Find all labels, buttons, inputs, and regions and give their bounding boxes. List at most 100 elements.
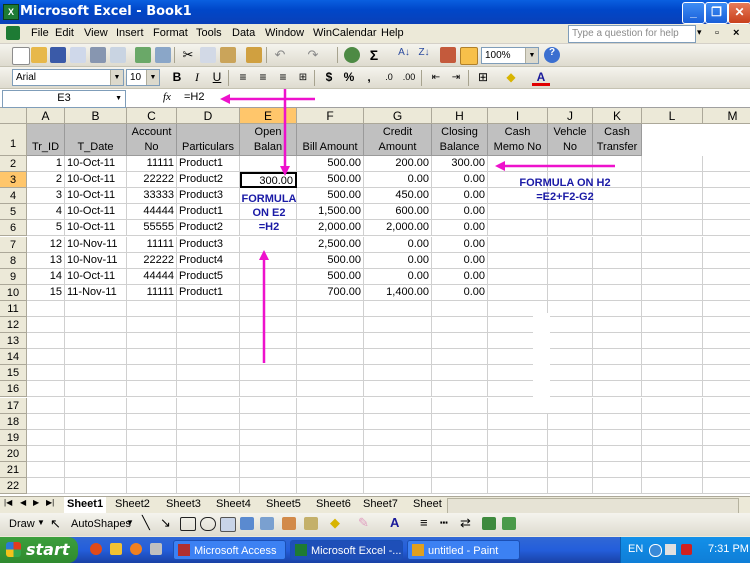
- table-cell[interactable]: [642, 268, 703, 285]
- table-cell[interactable]: [703, 317, 750, 334]
- table-cell[interactable]: [593, 252, 642, 269]
- table-cell[interactable]: [642, 172, 703, 189]
- table-cell[interactable]: [642, 333, 703, 350]
- row-header-10[interactable]: 10: [0, 284, 27, 301]
- table-cell[interactable]: [593, 445, 642, 462]
- paste-icon[interactable]: [220, 47, 236, 63]
- row-header-22[interactable]: 22: [0, 478, 27, 495]
- table-cell[interactable]: [27, 300, 65, 317]
- clip-art-icon[interactable]: [282, 517, 296, 530]
- increase-decimal-icon[interactable]: .0: [380, 69, 398, 86]
- currency-icon[interactable]: $: [320, 69, 338, 86]
- column-header-k[interactable]: K: [593, 108, 642, 124]
- table-cell[interactable]: 700.00: [297, 284, 364, 301]
- table-cell[interactable]: [127, 429, 177, 446]
- table-cell[interactable]: [703, 462, 750, 478]
- arrow-icon[interactable]: ↘: [160, 515, 171, 531]
- arrow-style-icon[interactable]: ⇄: [460, 515, 471, 531]
- table-cell[interactable]: [642, 365, 703, 382]
- restore-icon[interactable]: ▫: [715, 27, 719, 39]
- diagram-icon[interactable]: [260, 517, 274, 530]
- table-cell[interactable]: [364, 397, 432, 414]
- menu-edit[interactable]: Edit: [55, 27, 74, 39]
- name-box[interactable]: E3 ▼: [2, 90, 126, 108]
- table-cell[interactable]: [65, 478, 127, 495]
- table-cell[interactable]: [703, 172, 750, 189]
- row-header-2[interactable]: 2: [0, 156, 27, 173]
- table-cell[interactable]: 0.00: [364, 172, 432, 189]
- 3d-style-icon[interactable]: [502, 517, 516, 530]
- table-cell[interactable]: [240, 156, 297, 173]
- table-cell[interactable]: [177, 397, 240, 414]
- table-cell[interactable]: [65, 461, 127, 478]
- header-cell-e[interactable]: Open Balan: [240, 124, 297, 156]
- menu-help[interactable]: Help: [381, 27, 404, 39]
- table-cell[interactable]: [703, 156, 750, 173]
- row-header-17[interactable]: 17: [0, 397, 27, 414]
- hyperlink-icon[interactable]: [344, 47, 360, 63]
- table-cell[interactable]: [548, 268, 593, 285]
- sheet-tab-sheet6[interactable]: Sheet6: [313, 497, 354, 513]
- table-cell[interactable]: [240, 397, 297, 414]
- table-cell[interactable]: [240, 365, 297, 382]
- tray-app-icon[interactable]: [665, 544, 676, 555]
- table-cell[interactable]: Product1: [177, 284, 240, 301]
- next-sheet-icon[interactable]: ▶: [33, 498, 39, 507]
- table-cell[interactable]: [488, 478, 548, 495]
- table-cell[interactable]: [488, 413, 548, 430]
- table-cell[interactable]: [240, 268, 297, 285]
- table-cell[interactable]: [177, 381, 240, 398]
- column-header-b[interactable]: B: [65, 108, 127, 124]
- task-paint[interactable]: untitled - Paint: [407, 540, 520, 560]
- dropdown-arrow-icon[interactable]: ▾: [697, 27, 702, 38]
- table-cell[interactable]: [432, 365, 488, 382]
- table-cell[interactable]: [364, 461, 432, 478]
- align-left-icon[interactable]: ≡: [234, 69, 252, 86]
- row-header-15[interactable]: 15: [0, 365, 27, 382]
- table-cell[interactable]: [364, 478, 432, 495]
- sheet-tab-sheet7[interactable]: Sheet7: [360, 497, 401, 513]
- table-cell[interactable]: 0.00: [432, 268, 488, 285]
- table-cell[interactable]: [548, 365, 593, 382]
- row-header-13[interactable]: 13: [0, 333, 27, 350]
- table-cell[interactable]: 2,000.00: [364, 220, 432, 237]
- network-icon[interactable]: [649, 544, 662, 557]
- fill-color-icon[interactable]: ◆: [502, 69, 520, 86]
- table-cell[interactable]: [548, 445, 593, 462]
- table-cell[interactable]: [364, 445, 432, 462]
- fx-icon[interactable]: fx: [163, 91, 171, 103]
- table-cell[interactable]: 10-Oct-11: [65, 204, 127, 221]
- table-cell[interactable]: [364, 413, 432, 430]
- table-cell[interactable]: [548, 333, 593, 350]
- table-cell[interactable]: [127, 413, 177, 430]
- table-cell[interactable]: [432, 429, 488, 446]
- quicklaunch-firefox-icon[interactable]: [130, 543, 142, 555]
- table-cell[interactable]: 2,000.00: [297, 220, 364, 237]
- table-cell[interactable]: [127, 365, 177, 382]
- column-header-a[interactable]: A: [27, 108, 65, 124]
- row-header-20[interactable]: 20: [0, 445, 27, 462]
- table-cell[interactable]: 500.00: [297, 156, 364, 173]
- line-icon[interactable]: ╲: [142, 515, 150, 531]
- bold-icon[interactable]: B: [168, 69, 186, 86]
- table-cell[interactable]: [488, 204, 548, 221]
- table-cell[interactable]: [642, 284, 703, 301]
- table-cell[interactable]: [548, 300, 593, 317]
- table-cell[interactable]: [297, 349, 364, 366]
- table-cell[interactable]: 44444: [127, 268, 177, 285]
- chevron-down-icon[interactable]: ▼: [525, 48, 538, 63]
- table-cell[interactable]: [703, 204, 750, 221]
- header-cell-k[interactable]: Cash Transfer: [593, 124, 642, 156]
- table-cell[interactable]: 0.00: [364, 252, 432, 269]
- prev-sheet-icon[interactable]: ◀: [20, 498, 26, 507]
- table-cell[interactable]: 11-Nov-11: [65, 284, 127, 301]
- table-cell[interactable]: [548, 429, 593, 446]
- row-header-8[interactable]: 8: [0, 252, 27, 269]
- cut-icon[interactable]: ✂: [180, 47, 196, 63]
- table-cell[interactable]: [177, 445, 240, 462]
- increase-indent-icon[interactable]: ⇥: [447, 69, 465, 86]
- header-cell-h[interactable]: Closing Balance: [432, 124, 488, 156]
- sheet-tab-sheet[interactable]: Sheet: [410, 497, 445, 513]
- row-header-11[interactable]: 11: [0, 300, 27, 317]
- table-cell[interactable]: [177, 349, 240, 366]
